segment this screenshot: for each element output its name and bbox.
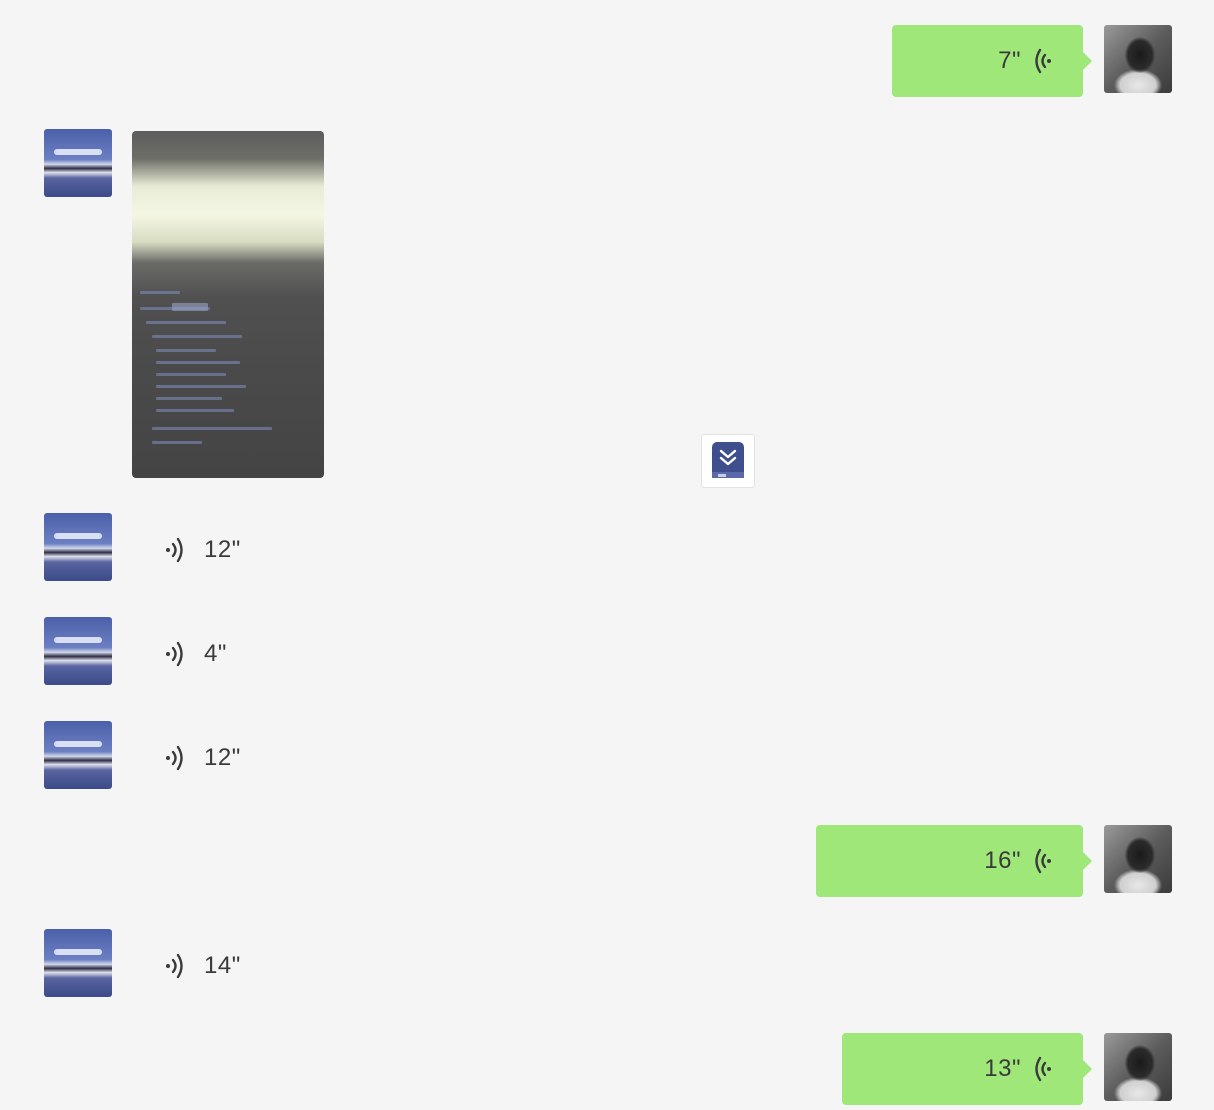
voice-message-other[interactable]: 12" xyxy=(162,738,241,778)
voice-duration: 4" xyxy=(204,640,227,667)
voice-message-other[interactable]: 14" xyxy=(162,946,241,986)
avatar-other[interactable] xyxy=(44,129,112,197)
avatar-other[interactable] xyxy=(44,617,112,685)
avatar-other[interactable] xyxy=(44,721,112,789)
voice-wave-icon xyxy=(166,745,183,771)
avatar-other[interactable] xyxy=(44,513,112,581)
voice-duration: 13" xyxy=(984,1055,1021,1082)
voice-wave-icon xyxy=(166,953,183,979)
voice-duration: 12" xyxy=(204,744,241,771)
voice-message-self[interactable]: 16" xyxy=(816,825,1092,897)
avatar-self[interactable] xyxy=(1104,1033,1172,1101)
voice-message-self[interactable]: 7" xyxy=(892,25,1092,97)
voice-duration: 14" xyxy=(204,952,241,979)
voice-message-other[interactable]: 12" xyxy=(162,530,241,570)
voice-message-other[interactable]: 4" xyxy=(162,634,227,674)
voice-duration: 16" xyxy=(984,847,1021,874)
avatar-self[interactable] xyxy=(1104,25,1172,93)
voice-wave-icon xyxy=(1035,48,1051,74)
voice-message-self[interactable]: 13" xyxy=(842,1033,1092,1105)
voice-wave-icon xyxy=(1035,848,1051,874)
voice-duration: 12" xyxy=(204,536,241,563)
voice-wave-icon xyxy=(166,641,183,667)
voice-wave-icon xyxy=(166,537,183,563)
avatar-self[interactable] xyxy=(1104,825,1172,893)
voice-duration: 7" xyxy=(998,47,1021,74)
bookmark-download-icon xyxy=(712,442,744,478)
image-message[interactable] xyxy=(132,131,324,478)
floating-bookmark-button[interactable] xyxy=(701,434,755,488)
avatar-other[interactable] xyxy=(44,929,112,997)
voice-wave-icon xyxy=(1035,1056,1051,1082)
